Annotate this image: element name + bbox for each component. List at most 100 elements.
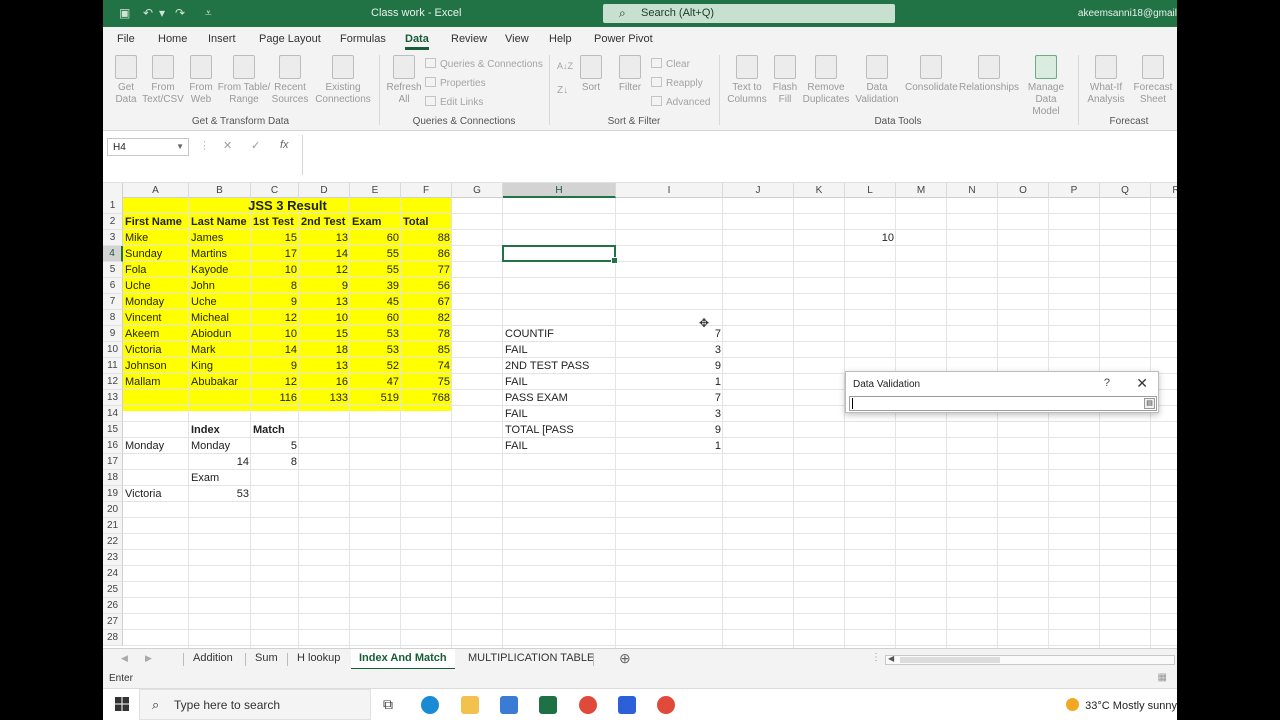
cell-b11[interactable]: King xyxy=(189,358,251,374)
cell-e9[interactable]: 53 xyxy=(350,326,401,342)
taskbar-search-box[interactable]: ⌕ Type here to search xyxy=(139,689,371,720)
cell-d6[interactable]: 9 xyxy=(299,278,350,294)
cell-c13[interactable]: 116 xyxy=(251,390,299,406)
cell-b5[interactable]: Kayode xyxy=(189,262,251,278)
cell-d10[interactable]: 18 xyxy=(299,342,350,358)
row-header-27[interactable]: 27 xyxy=(103,614,123,630)
cell-b8[interactable]: Micheal xyxy=(189,310,251,326)
tab-home[interactable]: Home xyxy=(158,33,187,45)
cell-c15[interactable]: Match xyxy=(251,422,299,438)
undo-dropdown-icon[interactable]: ▾ xyxy=(159,6,165,20)
column-header-q[interactable]: Q xyxy=(1100,183,1151,198)
chevron-down-icon[interactable]: ▼ xyxy=(176,142,184,151)
cell-e8[interactable]: 60 xyxy=(350,310,401,326)
existing-connections-button[interactable]: Existing Connections xyxy=(315,55,371,106)
column-header-l[interactable]: L xyxy=(845,183,896,198)
cell-i16[interactable]: 1 xyxy=(616,438,723,454)
sheet-tab-sum[interactable]: Sum xyxy=(247,652,286,664)
sort-button[interactable]: Sort xyxy=(577,55,605,94)
cell-b3[interactable]: James xyxy=(189,230,251,246)
cell-a16[interactable]: Monday xyxy=(123,438,189,454)
chrome-icon[interactable] xyxy=(579,696,597,714)
from-web-button[interactable]: From Web xyxy=(185,55,217,106)
cell-b17[interactable]: 14 xyxy=(189,454,251,470)
forecast-sheet-button[interactable]: Forecast Sheet xyxy=(1131,55,1175,106)
cell-c17[interactable]: 8 xyxy=(251,454,299,470)
cell-b12[interactable]: Abubakar xyxy=(189,374,251,390)
row-header-16[interactable]: 16 xyxy=(103,438,123,454)
formula-input[interactable] xyxy=(302,135,1177,175)
remove-duplicates-button[interactable]: Remove Duplicates xyxy=(802,55,850,106)
cell-e4[interactable]: 55 xyxy=(350,246,401,262)
autosave-icon[interactable]: ▣ xyxy=(119,6,130,20)
sort-az-button[interactable]: A↓Z xyxy=(557,61,573,71)
chrome-profile-icon[interactable] xyxy=(657,696,675,714)
row-header-18[interactable]: 18 xyxy=(103,470,123,486)
cell-h14[interactable]: FAIL xyxy=(503,406,616,422)
search-box[interactable]: ⌕ Search (Alt+Q) xyxy=(603,4,895,23)
worksheet-grid[interactable]: JSS 3 Result First Name Last Name 1st Test 2… xyxy=(103,183,1177,648)
task-view-icon[interactable]: ⧉ xyxy=(383,696,393,713)
row-header-4[interactable]: 4 xyxy=(103,246,123,262)
cell-e13[interactable]: 519 xyxy=(350,390,401,406)
cell-c9[interactable]: 10 xyxy=(251,326,299,342)
column-header-m[interactable]: M xyxy=(896,183,947,198)
cell-a7[interactable]: Monday xyxy=(123,294,189,310)
row-header-11[interactable]: 11 xyxy=(103,358,123,374)
row-header-7[interactable]: 7 xyxy=(103,294,123,310)
edge-browser-icon[interactable] xyxy=(421,696,439,714)
page-layout-view-icon[interactable]: ▦ xyxy=(1158,672,1167,683)
cell-d13[interactable]: 133 xyxy=(299,390,350,406)
row-header-19[interactable]: 19 xyxy=(103,486,123,502)
cell-a4[interactable]: Sunday xyxy=(123,246,189,262)
sheet-title-cell[interactable]: JSS 3 Result xyxy=(123,198,452,214)
cell-d11[interactable]: 13 xyxy=(299,358,350,374)
cell-a6[interactable]: Uche xyxy=(123,278,189,294)
cell-c4[interactable]: 17 xyxy=(251,246,299,262)
cell-b7[interactable]: Uche xyxy=(189,294,251,310)
undo-icon[interactable]: ↶ xyxy=(143,6,153,20)
cell-h11[interactable]: 2ND TEST PASS xyxy=(503,358,616,374)
sheet-tab-h-lookup[interactable]: H lookup xyxy=(289,652,348,664)
cell-b16[interactable]: Monday xyxy=(189,438,251,454)
cell-a9[interactable]: Akeem xyxy=(123,326,189,342)
tab-view[interactable]: View xyxy=(505,33,529,45)
cell-d12[interactable]: 16 xyxy=(299,374,350,390)
cell-d4[interactable]: 14 xyxy=(299,246,350,262)
cell-d8[interactable]: 10 xyxy=(299,310,350,326)
cell-h15[interactable]: TOTAL [PASS xyxy=(503,422,616,438)
row-header-28[interactable]: 28 xyxy=(103,630,123,646)
insert-function-icon[interactable]: fx xyxy=(280,139,289,151)
relationships-button[interactable]: Relationships xyxy=(959,55,1019,94)
cell-c10[interactable]: 14 xyxy=(251,342,299,358)
tab-data[interactable]: Data xyxy=(405,33,429,50)
recent-sources-button[interactable]: Recent Sources xyxy=(271,55,309,106)
advanced-filter-button[interactable]: Advanced xyxy=(651,96,710,108)
cell-e5[interactable]: 55 xyxy=(350,262,401,278)
cell-i12[interactable]: 1 xyxy=(616,374,723,390)
zoom-icon[interactable] xyxy=(618,696,636,714)
header-cell-f[interactable]: Total xyxy=(401,214,452,230)
text-to-columns-button[interactable]: Text to Columns xyxy=(725,55,769,106)
row-header-10[interactable]: 10 xyxy=(103,342,123,358)
account-name[interactable]: akeemsanni18@gmail xyxy=(1078,8,1177,19)
cell-b9[interactable]: Abiodun xyxy=(189,326,251,342)
tab-help[interactable]: Help xyxy=(549,33,572,45)
column-header-c[interactable]: C xyxy=(251,183,299,198)
cell-i15[interactable]: 9 xyxy=(616,422,723,438)
column-header-e[interactable]: E xyxy=(350,183,401,198)
row-header-24[interactable]: 24 xyxy=(103,566,123,582)
cell-f8[interactable]: 82 xyxy=(401,310,452,326)
cell-f11[interactable]: 74 xyxy=(401,358,452,374)
scrollbar-thumb[interactable] xyxy=(900,657,1000,663)
tab-insert[interactable]: Insert xyxy=(208,33,236,45)
redo-icon[interactable]: ↷ xyxy=(175,6,185,20)
cell-d7[interactable]: 13 xyxy=(299,294,350,310)
cell-e12[interactable]: 47 xyxy=(350,374,401,390)
cell-h16[interactable]: FAIL xyxy=(503,438,616,454)
column-header-j[interactable]: J xyxy=(723,183,794,198)
cell-e3[interactable]: 60 xyxy=(350,230,401,246)
column-header-p[interactable]: P xyxy=(1049,183,1100,198)
column-header-f[interactable]: F xyxy=(401,183,452,198)
cell-c16[interactable]: 5 xyxy=(251,438,299,454)
